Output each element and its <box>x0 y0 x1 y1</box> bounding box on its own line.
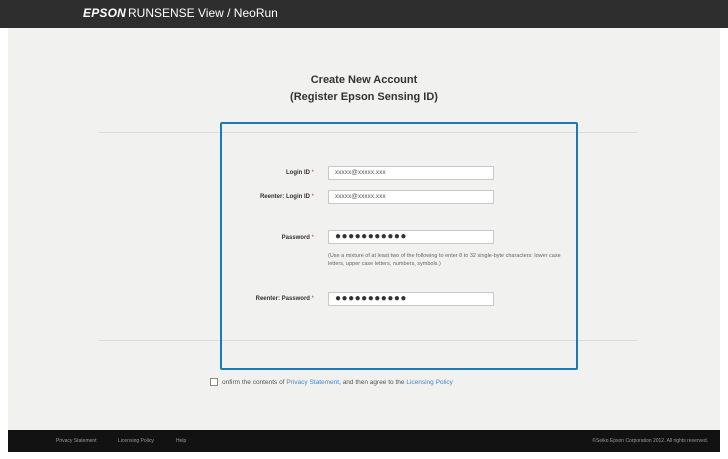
reenter-login-id-label: Reenter: Login ID * <box>259 194 314 200</box>
footer-licensing-link[interactable]: Licensing Policy <box>118 438 154 444</box>
footer-help-link[interactable]: Help <box>176 438 186 444</box>
product-title: RUNSENSE View / NeoRun <box>128 6 278 20</box>
password-hint: (Use a mixture of at least two of the fo… <box>328 253 561 267</box>
confirm-text-middle: , and then agree to the <box>339 378 405 386</box>
page-title-line1: Create New Account <box>310 74 418 86</box>
password-label: Password * <box>281 235 314 241</box>
epson-logo: EPSON <box>83 6 127 20</box>
agree-checkbox[interactable] <box>210 378 218 386</box>
login-id-label: Login ID * <box>285 170 314 176</box>
privacy-statement-link[interactable]: Privacy Statement <box>286 379 339 386</box>
confirm-row: onfirm the contents of Privacy Statement… <box>210 378 453 386</box>
footer-privacy-link[interactable]: Privacy Statement <box>56 438 97 444</box>
reenter-login-id-input[interactable]: xxxxx@xxxxx.xxx <box>328 190 494 204</box>
password-input[interactable]: ●●●●●●●●●●● <box>328 230 494 244</box>
page-title-line2: (Register Epson Sensing ID) <box>290 91 438 103</box>
page-title: Create New Account (Register Epson Sensi… <box>8 72 720 106</box>
footer: Privacy Statement Licensing Policy Help … <box>8 430 720 452</box>
reenter-password-label: Reenter: Password * <box>255 296 314 302</box>
licensing-policy-link[interactable]: Licensing Policy <box>406 379 453 386</box>
app-header: EPSON RUNSENSE View / NeoRun <box>0 0 728 28</box>
reenter-password-input[interactable]: ●●●●●●●●●●● <box>328 292 494 306</box>
copyright: ©Seiko Epson Corporation 2012. All right… <box>592 438 708 444</box>
confirm-text: onfirm the contents of <box>222 378 285 386</box>
registration-form-highlight <box>220 122 578 370</box>
login-id-input[interactable]: xxxxx@xxxxx.xxx <box>328 166 494 180</box>
